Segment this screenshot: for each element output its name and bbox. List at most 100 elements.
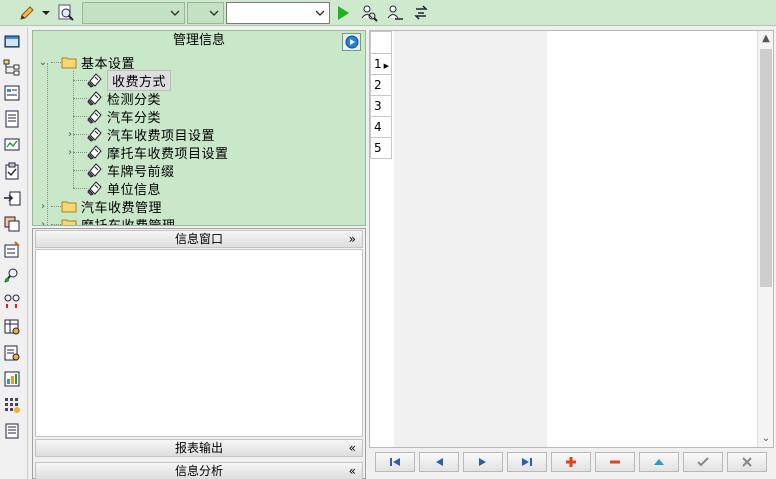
save-record-icon: [697, 457, 709, 467]
find-user-icon[interactable]: [358, 3, 380, 23]
first-record-button[interactable]: [375, 452, 415, 472]
info-analysis-label: 信息分析: [174, 464, 223, 478]
chart-doc-icon[interactable]: [3, 370, 23, 390]
prev-record-icon: [436, 458, 443, 466]
window-icon[interactable]: [3, 33, 23, 53]
top-toolbar: [0, 0, 776, 26]
info-window-body: [35, 249, 363, 437]
tree-label: 单位信息: [107, 182, 162, 198]
tree-connector: [73, 116, 87, 117]
combo-1[interactable]: [82, 2, 185, 24]
combo-3[interactable]: [226, 2, 330, 24]
delete-record-button[interactable]: [595, 452, 635, 472]
tree-folder[interactable]: 汽车收费管理: [61, 197, 162, 216]
tree-connector: [51, 62, 61, 63]
find-next-icon[interactable]: [384, 3, 406, 23]
tree-item[interactable]: 汽车分类: [87, 107, 162, 126]
combo-2[interactable]: [187, 2, 224, 24]
delete-record-icon: [610, 460, 620, 464]
folder-icon: [61, 199, 77, 213]
tree-item[interactable]: 单位信息: [87, 179, 162, 198]
next-record-button[interactable]: [463, 452, 503, 472]
tree-connector: [51, 206, 61, 207]
expand-left-icon[interactable]: «: [349, 440, 356, 456]
vertical-scrollbar[interactable]: ▲ ⌄: [757, 31, 773, 447]
last-record-button[interactable]: [507, 452, 547, 472]
row-number: 2: [374, 78, 382, 92]
tree-label: 摩托车收费项目设置: [107, 146, 229, 162]
chart-monitor-icon[interactable]: [3, 136, 23, 156]
edit-record-button[interactable]: [639, 452, 679, 472]
grid-dots-icon[interactable]: [3, 396, 23, 416]
row-number: 1: [374, 57, 382, 71]
list-card-icon[interactable]: [3, 84, 23, 104]
user-search-icon[interactable]: [3, 266, 23, 286]
row-number: 5: [374, 141, 382, 155]
last-record-icon: [522, 458, 532, 466]
tree-connector: [73, 71, 74, 188]
tree-structure-icon[interactable]: [3, 58, 23, 78]
form-edit-icon[interactable]: [3, 241, 23, 261]
tree-item[interactable]: 汽车收费项目设置: [87, 125, 216, 144]
tree-label: 检测分类: [107, 92, 162, 108]
search-doc-icon[interactable]: [56, 3, 76, 23]
import-icon[interactable]: [3, 189, 23, 209]
chevron-down-icon[interactable]: [166, 3, 184, 23]
row-header-column: 1 ▶ 2 3 4 5: [370, 31, 394, 447]
save-record-button[interactable]: [683, 452, 723, 472]
collapse-down-icon[interactable]: »: [349, 231, 356, 247]
tree-item[interactable]: 车牌号前缀: [87, 161, 175, 180]
tree-label: 汽车收费项目设置: [107, 128, 216, 144]
printer-icon[interactable]: [3, 422, 23, 442]
report-output-header[interactable]: 报表输出 «: [35, 439, 363, 457]
collapse-panel-button[interactable]: [342, 33, 361, 51]
management-title: 管理信息: [172, 33, 225, 48]
current-row-icon: ▶: [383, 62, 390, 70]
info-window-header[interactable]: 信息窗口 »: [35, 230, 363, 248]
tree-item[interactable]: 收费方式: [87, 69, 172, 91]
cancel-record-button[interactable]: [727, 452, 767, 472]
left-toolbar: [0, 27, 28, 479]
document-icon[interactable]: [3, 110, 23, 130]
clipboard-icon[interactable]: [3, 162, 23, 182]
row-header-cell[interactable]: 1 ▶: [370, 54, 392, 75]
tree-label: 车牌号前缀: [107, 164, 175, 180]
tree-item[interactable]: 检测分类: [87, 89, 162, 108]
expand-left-icon[interactable]: «: [349, 463, 356, 479]
tree-label: 汽车分类: [107, 110, 162, 126]
first-record-icon: [390, 458, 400, 466]
prev-record-button[interactable]: [419, 452, 459, 472]
chevron-down-icon[interactable]: [311, 3, 329, 23]
row-header-cell[interactable]: 5: [370, 138, 392, 159]
settings-item-icon: [87, 180, 103, 196]
edit-pencil-icon[interactable]: [16, 3, 38, 23]
refresh-icon[interactable]: [410, 3, 432, 23]
tree-folder[interactable]: 基本设置: [61, 53, 135, 72]
tree-folder[interactable]: 摩托车收费管理: [61, 215, 176, 226]
next-record-icon: [479, 458, 486, 466]
corner-header: [370, 31, 392, 54]
scroll-down-icon[interactable]: ⌄: [758, 431, 773, 447]
tree-connector: [51, 224, 61, 225]
settings-item-icon: [87, 90, 103, 106]
tree-connector: [73, 80, 87, 81]
grid-layers-icon[interactable]: [3, 215, 23, 235]
scroll-thumb[interactable]: [760, 49, 772, 287]
add-record-button[interactable]: [551, 452, 591, 472]
tree-label: 摩托车收费管理: [81, 218, 176, 226]
dropdown-arrow-icon[interactable]: [40, 3, 52, 23]
doc-edit-icon[interactable]: [3, 344, 23, 364]
scroll-up-icon[interactable]: ▲: [758, 31, 773, 47]
link-icon[interactable]: [3, 292, 23, 312]
row-header-cell[interactable]: 2: [370, 75, 392, 96]
info-analysis-header[interactable]: 信息分析 «: [35, 462, 363, 479]
run-icon[interactable]: [334, 3, 352, 23]
row-header-cell[interactable]: 4: [370, 117, 392, 138]
settings-item-icon: [87, 162, 103, 178]
chevron-down-icon[interactable]: [205, 3, 223, 23]
row-header-cell[interactable]: 3: [370, 96, 392, 117]
row-number: 4: [374, 120, 382, 134]
data-grid[interactable]: 1 ▶ 2 3 4 5 ▲ ⌄: [369, 30, 774, 448]
table-settings-icon[interactable]: [3, 318, 23, 338]
tree-item[interactable]: 摩托车收费项目设置: [87, 143, 229, 162]
